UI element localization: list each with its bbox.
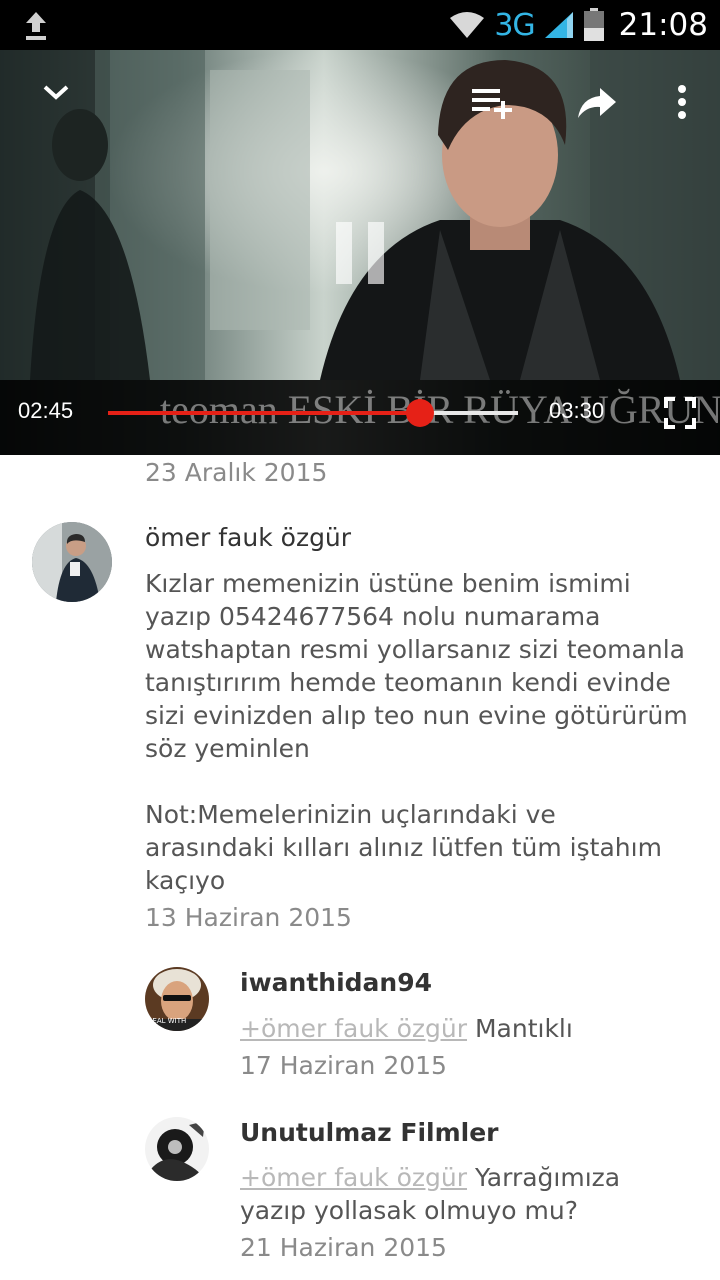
pause-icon[interactable] [334,220,388,286]
comment-line: Not:Memelerinizin uçlarındaki ve [145,800,556,829]
clock: 21:08 [618,7,708,43]
reply-text: Mantıklı [474,1014,573,1043]
signal-icon [544,12,573,38]
comment-line: Kızlar memenizin üstüne benim ismimi [145,569,631,598]
reply-line: yazıp yollasak olmuyo mu? [240,1196,579,1225]
battery-icon [583,8,604,41]
reply-avatar-image [145,1117,209,1181]
comment-line: kaçıyo [145,866,226,895]
reply-author[interactable]: Unutulmaz Filmler [240,1118,499,1147]
duration: 03:30 [549,398,605,423]
comment-date: 13 Haziran 2015 [145,903,352,932]
add-to-playlist-icon[interactable] [470,86,516,122]
avatar-image [32,522,112,602]
comment-line: sizi evinizden alıp teo nun evine götürü… [145,701,688,730]
video-player[interactable]: teoman ESKİ BİR RÜYA UĞRUNA... 02:45 03:… [0,50,720,455]
seek-bar-played [108,411,420,415]
status-bar: 3G 21:08 [0,0,720,50]
reply-date: 17 Haziran 2015 [240,1051,447,1080]
reply-body: +ömer fauk özgür Mantıklı [240,1012,573,1045]
comment-line: arasındaki kılları alınız lütfen tüm işt… [145,833,662,862]
video-overlay-title: teoman ESKİ BİR RÜYA UĞRUNA... [160,387,720,432]
current-time: 02:45 [18,398,74,423]
upload-icon [26,12,46,40]
reply-author[interactable]: iwanthidan94 [240,968,432,997]
reply-text: Yarrağımıza [474,1163,621,1192]
reply-avatar[interactable]: DEAL WITH [145,967,209,1031]
seek-bar[interactable] [108,411,518,415]
comment-line: yazıp 05424677564 nolu numarama [145,602,601,631]
reply-avatar-text: DEAL WITH [147,1017,187,1025]
reply-date: 21 Haziran 2015 [240,1233,447,1262]
chevron-down-icon[interactable] [40,80,72,104]
more-vert-icon[interactable] [672,84,692,122]
reply-body: +ömer fauk özgür Yarrağımıza yazıp yolla… [240,1161,620,1227]
share-icon[interactable] [576,86,618,120]
comment-line: watshaptan resmi yollarsanız sizi teoman… [145,635,685,664]
avatar[interactable] [32,522,112,602]
previous-comment-date: 23 Aralık 2015 [145,458,328,487]
comment-line: söz yeminlen [145,734,310,763]
network-type: 3G [494,7,535,43]
comment-line: tanıştırırım hemde teomanın kendi evinde [145,668,671,697]
comment-author[interactable]: ömer fauk özgür [145,523,351,552]
seek-thumb[interactable] [405,399,434,427]
reply-mention-link[interactable]: +ömer fauk özgür [240,1163,467,1192]
wifi-icon [450,12,485,38]
reply-avatar[interactable] [145,1117,209,1181]
reply-line: +ömer fauk özgür Yarrağımıza [240,1161,620,1194]
fullscreen-icon[interactable] [664,397,696,429]
reply-mention-link[interactable]: +ömer fauk özgür [240,1014,467,1043]
comment-body: Kızlar memenizin üstüne benim ismimi yaz… [145,567,688,897]
